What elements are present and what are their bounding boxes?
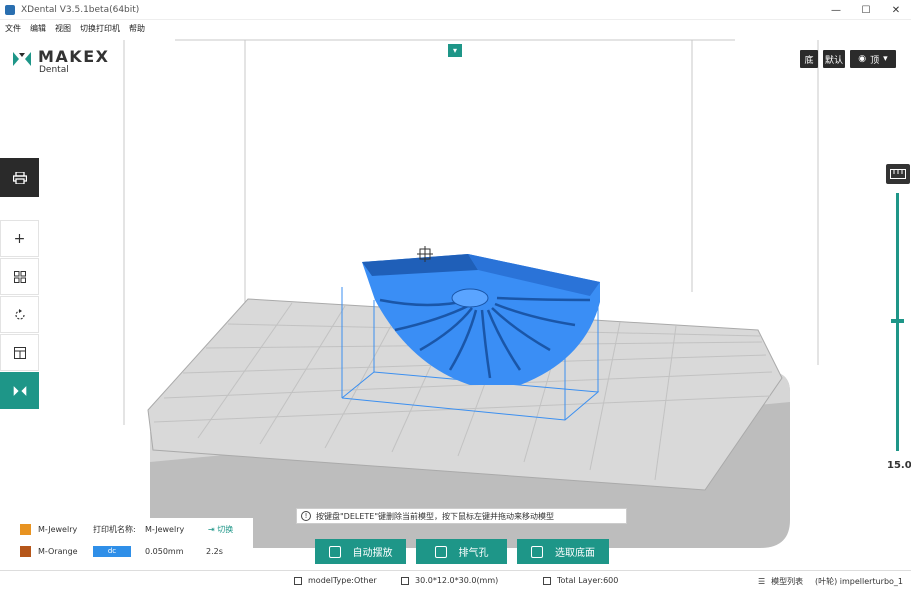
support-tool-button[interactable]	[0, 334, 39, 371]
layer-slider-thumb[interactable]	[891, 319, 904, 323]
material-name: M-Orange	[38, 546, 78, 556]
material-tag[interactable]: dc	[93, 545, 131, 557]
chevron-down-icon: ▾	[452, 46, 457, 55]
view-default-button[interactable]: 默认	[823, 50, 845, 68]
layer-thickness: 0.050mm	[145, 546, 184, 556]
view-bottom-button[interactable]: 底	[800, 50, 818, 68]
model-type-text: modelType:Other	[308, 576, 377, 585]
auto-arrange-button[interactable]: 自动摆放	[315, 539, 406, 564]
title-bar: XDental V3.5.1beta(64bit) — ☐ ✕	[0, 0, 911, 20]
makex-tool-button[interactable]	[0, 372, 39, 409]
material-row[interactable]: M-Jewelry 打印机名称: M-Jewelry ⇥ 切换	[13, 520, 253, 538]
view-top-dropdown[interactable]: ◉ 顶 ▾	[850, 50, 896, 68]
scene-canvas[interactable]	[0, 36, 911, 570]
total-layer-text: Total Layer:600	[557, 576, 619, 585]
menu-view[interactable]: 视图	[55, 23, 71, 34]
select-bottom-icon	[531, 545, 543, 558]
arrange-icon	[328, 545, 341, 558]
menu-help[interactable]: 帮助	[129, 23, 145, 34]
select-bottom-label: 选取底面	[555, 548, 595, 559]
vent-icon	[434, 545, 447, 558]
info-icon: !	[301, 511, 311, 521]
material-swatch	[20, 523, 31, 535]
vent-hole-button[interactable]: 排气孔	[416, 539, 507, 564]
ruler-icon	[890, 169, 906, 179]
layer-slider-toggle[interactable]	[886, 164, 910, 184]
status-dimensions: 30.0*12.0*30.0(mm)	[401, 576, 498, 585]
makex-logo-icon	[13, 52, 31, 66]
3d-viewport[interactable]	[0, 36, 911, 570]
menu-switch-printer[interactable]: 切换打印机	[80, 23, 120, 34]
printer-name-label: 打印机名称:	[93, 524, 136, 534]
select-bottom-button[interactable]: 选取底面	[517, 539, 609, 564]
top-panel-toggle[interactable]: ▾	[448, 44, 462, 57]
makex-mark-icon	[13, 385, 26, 396]
material-name: M-Jewelry	[38, 524, 78, 534]
model-list-label: 模型列表	[771, 577, 804, 586]
layout-tool-button[interactable]	[0, 258, 39, 295]
printer-icon	[12, 171, 27, 184]
menu-file[interactable]: 文件	[5, 23, 21, 34]
dimensions-text: 30.0*12.0*30.0(mm)	[415, 576, 499, 585]
eye-icon: ◉	[858, 54, 867, 64]
brand-name: MAKEX	[38, 47, 110, 66]
save-icon	[294, 576, 302, 585]
grid-icon	[13, 270, 26, 283]
exposure-time: 2.2s	[206, 546, 223, 556]
dimension-icon	[401, 576, 409, 585]
layers-icon	[543, 576, 551, 585]
layer-slider-value: 15.0	[887, 460, 911, 471]
printer-name-value: M-Jewelry	[145, 524, 185, 534]
menu-bar: 文件 编辑 视图 切换打印机 帮助	[0, 20, 911, 36]
switch-label: 切换	[217, 524, 234, 534]
brand-subtitle: Dental	[39, 65, 69, 75]
status-total-layer: Total Layer:600	[543, 576, 618, 585]
hint-bar: ! 按键盘"DELETE"键删除当前模型，按下鼠标左键并拖动来移动模型	[296, 508, 627, 524]
add-model-button[interactable]: +	[0, 220, 39, 257]
close-button[interactable]: ✕	[881, 0, 911, 20]
status-model-type: modelType:Other	[294, 576, 377, 585]
hint-text: 按键盘"DELETE"键删除当前模型，按下鼠标左键并拖动来移动模型	[316, 511, 555, 521]
switch-icon: ⇥	[208, 524, 215, 534]
plus-icon: +	[13, 230, 26, 247]
vent-hole-label: 排气孔	[458, 548, 489, 559]
material-panel: M-Jewelry 打印机名称: M-Jewelry ⇥ 切换 M-Orange…	[13, 518, 253, 564]
window-controls: — ☐ ✕	[821, 0, 911, 20]
current-model-name[interactable]: (叶轮) impellerturbo_1	[815, 576, 903, 587]
status-bar: modelType:Other 30.0*12.0*30.0(mm) Total…	[0, 570, 911, 590]
material-swatch	[20, 545, 31, 557]
rotate-icon	[14, 308, 25, 320]
minimize-button[interactable]: —	[821, 0, 851, 20]
rotate-tool-button[interactable]	[0, 296, 39, 333]
print-button[interactable]	[0, 158, 39, 197]
material-row[interactable]: M-Orange dc 0.050mm 2.2s	[13, 542, 253, 560]
model-name-text: (叶轮) impellerturbo_1	[815, 577, 904, 586]
maximize-button[interactable]: ☐	[851, 0, 881, 20]
caret-down-icon: ▾	[883, 54, 888, 64]
list-icon: ☰	[758, 577, 766, 586]
model-list-button[interactable]: ☰ 模型列表	[758, 576, 803, 587]
view-top-label: 顶	[870, 55, 880, 66]
menu-edit[interactable]: 编辑	[30, 23, 46, 34]
box-icon	[13, 346, 26, 359]
auto-arrange-label: 自动摆放	[352, 548, 393, 559]
app-icon	[5, 4, 15, 15]
switch-printer-link[interactable]: ⇥ 切换	[208, 524, 233, 535]
window-title: XDental V3.5.1beta(64bit)	[21, 4, 140, 15]
